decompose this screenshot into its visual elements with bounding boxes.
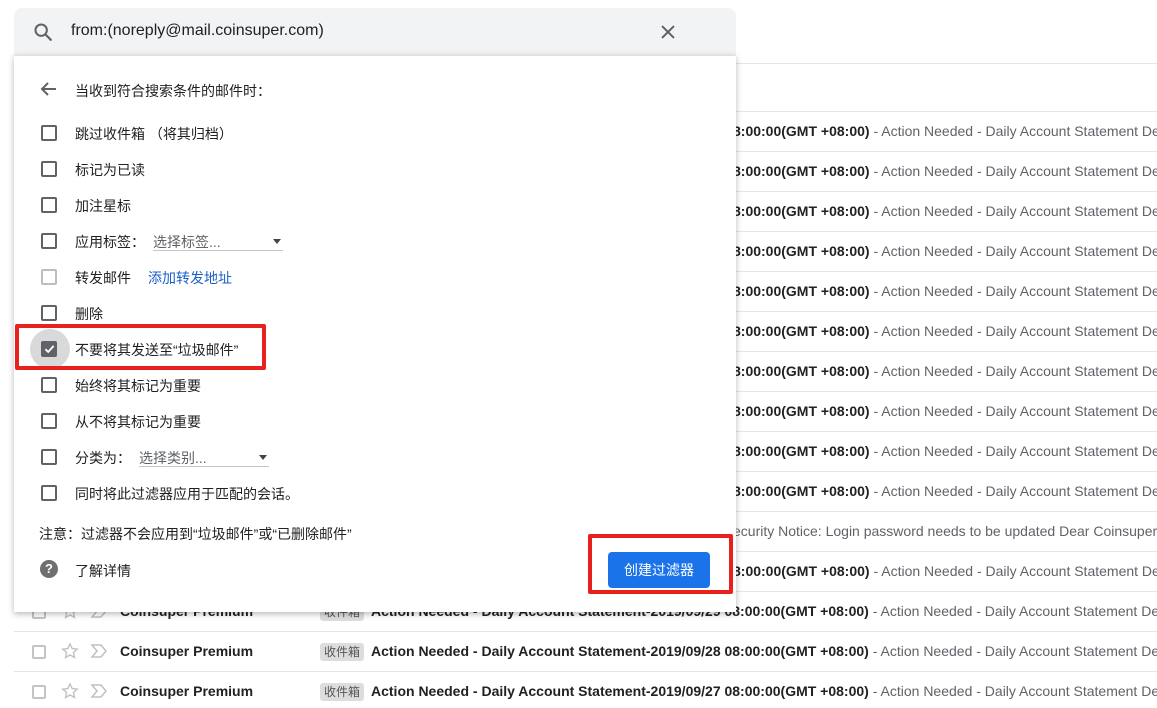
- option-label: 加注星标: [75, 198, 131, 214]
- mail-fragment: 8:00:00(GMT +08:00) - Action Needed - Da…: [733, 363, 1157, 379]
- star-icon[interactable]: [60, 681, 80, 701]
- mail-fragment: 8:00:00(GMT +08:00) - Action Needed - Da…: [733, 563, 1157, 579]
- option-label: 分类为：: [75, 450, 131, 466]
- mail-fragment: ecurity Notice: Login password needs to …: [733, 523, 1157, 539]
- option-apply-label[interactable]: 应用标签： 选择标签...: [39, 229, 699, 253]
- option-label: 删除: [75, 306, 103, 322]
- highlight-box: [15, 324, 266, 370]
- option-label: 从不将其标记为重要: [75, 414, 201, 430]
- label-select[interactable]: 选择标签...: [153, 230, 283, 251]
- option-label: 应用标签：: [75, 234, 145, 250]
- checkbox[interactable]: [41, 485, 57, 501]
- select-value: 选择类别...: [139, 450, 207, 466]
- option-label: 始终将其标记为重要: [75, 378, 201, 394]
- checkbox[interactable]: [41, 197, 57, 213]
- mail-subject: Action Needed - Daily Account Statement-…: [371, 643, 1157, 659]
- option-categorize[interactable]: 分类为： 选择类别...: [39, 445, 699, 469]
- mail-fragment: 8:00:00(GMT +08:00) - Action Needed - Da…: [733, 443, 1157, 459]
- mail-fragment: 8:00:00(GMT +08:00) - Action Needed - Da…: [733, 163, 1157, 179]
- mail-sender: Coinsuper Premium: [120, 643, 254, 659]
- table-row[interactable]: Coinsuper Premium 收件箱 Action Needed - Da…: [14, 631, 1157, 671]
- option-never-important[interactable]: 从不将其标记为重要: [39, 409, 699, 433]
- mail-fragment: 8:00:00(GMT +08:00) - Action Needed - Da…: [733, 483, 1157, 499]
- checkbox[interactable]: [41, 449, 57, 465]
- add-forwarding-link[interactable]: 添加转发地址: [148, 268, 232, 288]
- dropdown-caret-icon: [273, 239, 281, 244]
- toolbar-divider: [736, 63, 1157, 64]
- mail-subject: Action Needed - Daily Account Statement-…: [371, 683, 1157, 699]
- category-select[interactable]: 选择类别...: [139, 446, 269, 467]
- option-star[interactable]: 加注星标: [39, 193, 699, 217]
- importance-icon[interactable]: [90, 683, 108, 699]
- mail-sender: Coinsuper Premium: [120, 683, 254, 699]
- help-icon: ?: [40, 560, 58, 578]
- option-skip-inbox[interactable]: 跳过收件箱 （将其归档）: [39, 121, 699, 145]
- checkbox[interactable]: [41, 161, 57, 177]
- dropdown-caret-icon: [259, 455, 267, 460]
- option-always-important[interactable]: 始终将其标记为重要: [39, 373, 699, 397]
- star-icon[interactable]: [60, 641, 80, 661]
- mail-fragment: 8:00:00(GMT +08:00) - Action Needed - Da…: [733, 403, 1157, 419]
- filter-note: 注意：过滤器不会应用到“垃圾邮件”或“已删除邮件”: [39, 526, 352, 542]
- search-bar: [14, 8, 736, 56]
- highlight-box: [588, 534, 733, 594]
- mail-fragment: 8:00:00(GMT +08:00) - Action Needed - Da…: [733, 323, 1157, 339]
- checkbox[interactable]: [41, 233, 57, 249]
- back-arrow-icon[interactable]: [40, 81, 58, 97]
- learn-more-label: 了解详情: [75, 563, 131, 579]
- checkbox: [41, 269, 57, 285]
- checkbox[interactable]: [41, 377, 57, 393]
- row-checkbox[interactable]: [32, 685, 46, 699]
- checkbox[interactable]: [41, 413, 57, 429]
- search-input[interactable]: [71, 22, 631, 40]
- row-checkbox[interactable]: [32, 645, 46, 659]
- option-apply-existing[interactable]: 同时将此过滤器应用于匹配的会话。: [39, 481, 699, 505]
- mail-fragment: 8:00:00(GMT +08:00) - Action Needed - Da…: [733, 123, 1157, 139]
- importance-icon[interactable]: [90, 643, 108, 659]
- mail-fragment: 8:00:00(GMT +08:00) - Action Needed - Da…: [733, 203, 1157, 219]
- option-forward[interactable]: 转发邮件 添加转发地址: [39, 265, 699, 289]
- option-label: 跳过收件箱 （将其归档）: [75, 126, 233, 142]
- mail-fragment: 8:00:00(GMT +08:00) - Action Needed - Da…: [733, 243, 1157, 259]
- search-icon[interactable]: [32, 21, 54, 43]
- mail-fragment: 8:00:00(GMT +08:00) - Action Needed - Da…: [733, 283, 1157, 299]
- table-row[interactable]: Coinsuper Premium 收件箱 Action Needed - Da…: [14, 671, 1157, 708]
- select-value: 选择标签...: [153, 234, 221, 250]
- option-delete[interactable]: 删除: [39, 301, 699, 325]
- option-label: 转发邮件: [75, 270, 131, 286]
- panel-header-text: 当收到符合搜索条件的邮件时：: [75, 83, 271, 99]
- inbox-label: 收件箱: [320, 683, 365, 701]
- inbox-label: 收件箱: [320, 643, 365, 661]
- option-mark-read[interactable]: 标记为已读: [39, 157, 699, 181]
- option-label: 标记为已读: [75, 162, 145, 178]
- option-label: 同时将此过滤器应用于匹配的会话。: [75, 486, 299, 502]
- checkbox[interactable]: [41, 305, 57, 321]
- checkbox[interactable]: [41, 125, 57, 141]
- close-icon[interactable]: [657, 21, 679, 43]
